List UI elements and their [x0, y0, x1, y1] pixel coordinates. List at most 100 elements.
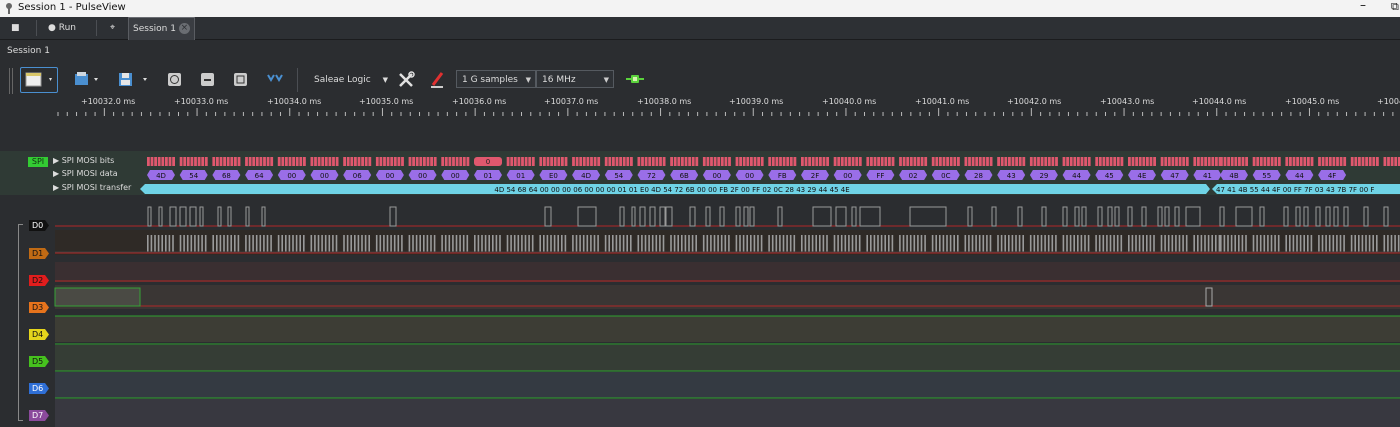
- d1-clock-edge: [695, 235, 697, 252]
- d1-clock-edge: [1321, 235, 1324, 252]
- spi-bit: [622, 157, 626, 166]
- d1-clock-edge: [1040, 235, 1043, 252]
- spi-bit: [1227, 157, 1230, 166]
- spi-bit: [259, 157, 263, 166]
- d1-clock-edge: [1011, 235, 1014, 252]
- d1-clock-edge: [946, 235, 948, 252]
- channel-tag-d3[interactable]: D3: [29, 302, 49, 313]
- spi-bit: [528, 157, 532, 166]
- d1-clock-edge: [1241, 235, 1244, 252]
- d1-clock-edge: [1354, 235, 1356, 252]
- spi-bit: [986, 157, 989, 166]
- row-mosi-transfer[interactable]: ▶ SPI MOSI transfer: [53, 183, 131, 192]
- d1-clock-edge: [637, 235, 640, 252]
- d1-clock-edge: [866, 235, 868, 252]
- spi-bit: [684, 157, 688, 166]
- spi-bit: [909, 157, 913, 166]
- d1-clock-edge: [691, 235, 694, 252]
- d1-clock-edge: [197, 235, 200, 252]
- spi-bit: [201, 157, 205, 166]
- d1-clock-edge: [1008, 235, 1010, 252]
- spi-bit: [641, 157, 644, 166]
- spi-bit: [252, 157, 256, 166]
- spi-data-label: 2F: [811, 172, 819, 180]
- d1-clock-edge: [793, 235, 796, 252]
- channel-tag-d0[interactable]: D0: [29, 220, 49, 231]
- d1-clock-edge: [1095, 235, 1097, 252]
- spi-bit: [975, 157, 979, 166]
- spi-bit: [1135, 157, 1138, 166]
- d1-clock-edge: [808, 235, 810, 252]
- spi-bit: [1142, 157, 1146, 166]
- channel-tag-d4[interactable]: D4: [29, 329, 49, 340]
- spi-bit: [1146, 157, 1149, 166]
- spi-bit: [662, 157, 666, 166]
- spi-bit: [760, 157, 764, 166]
- spi-bit: [1051, 157, 1055, 166]
- d1-clock-edge: [1037, 235, 1039, 252]
- spi-bit: [612, 157, 615, 166]
- d1-clock-edge: [1215, 235, 1217, 252]
- d1-clock-edge: [1167, 235, 1170, 252]
- spi-bit: [426, 157, 430, 166]
- spi-bit: [801, 157, 804, 166]
- d1-clock-edge: [837, 235, 839, 252]
- d1-clock-edge: [1292, 235, 1295, 252]
- channel-tag-d2[interactable]: D2: [29, 275, 49, 286]
- spi-bit: [521, 157, 524, 166]
- d1-clock-edge: [811, 235, 814, 252]
- spi-bit: [531, 157, 535, 166]
- row-mosi-data[interactable]: ▶ SPI MOSI data: [53, 169, 118, 178]
- spi-bit: [299, 157, 303, 166]
- spi-bit: [1084, 157, 1087, 166]
- spi-bit: [822, 157, 826, 166]
- spi-bit: [266, 157, 270, 166]
- spi-bit: [575, 157, 579, 166]
- spi-bit: [1062, 157, 1066, 166]
- d1-clock-edge: [1073, 235, 1075, 252]
- channel-tag-d5[interactable]: D5: [29, 356, 49, 367]
- d1-clock-edge: [1358, 235, 1360, 252]
- spi-bit: [197, 157, 201, 166]
- row-mosi-bits[interactable]: ▶ SPI MOSI bits: [53, 156, 114, 165]
- spi-bit: [771, 157, 775, 166]
- d3-high-pulse: [54, 287, 141, 307]
- spi-bit: [1102, 157, 1106, 166]
- channel-tag-d1[interactable]: D1: [29, 248, 49, 259]
- channel-lane-d7: [55, 399, 1400, 427]
- spi-bit: [702, 157, 706, 166]
- d1-clock-edge: [186, 235, 189, 252]
- d1-clock-edge: [815, 235, 817, 252]
- d1-clock-edge: [771, 235, 774, 252]
- d1-clock-edge: [702, 235, 705, 252]
- d1-clock-edge: [531, 235, 534, 252]
- d1-clock-edge: [586, 235, 589, 252]
- d1-clock-edge: [1113, 235, 1115, 252]
- spi-bit: [902, 157, 906, 166]
- d1-clock-edge: [1066, 235, 1068, 252]
- d1-clock-edge: [775, 235, 778, 252]
- waveform-canvas[interactable]: 0 4D 54 68 64 00 00 06 00 00 00 01 01 E0 4D 54 72 6B 00 00 F…: [0, 0, 1400, 427]
- d1-clock-edge: [433, 235, 436, 252]
- channel-tag-d6[interactable]: D6: [29, 383, 49, 394]
- spi-decoder-badge[interactable]: SPI: [28, 157, 48, 167]
- spi-bit: [833, 157, 837, 166]
- spi-bit: [1365, 157, 1368, 166]
- spi-bit: [789, 157, 793, 166]
- spi-bit: [332, 157, 335, 166]
- spi-bit: [245, 157, 248, 166]
- d1-clock-edge: [412, 235, 414, 252]
- spi-bit: [891, 157, 895, 166]
- d1-clock-edge: [604, 235, 607, 252]
- spi-data-label: 55: [1262, 172, 1271, 180]
- spi-bit: [782, 157, 786, 166]
- spi-data-label: 41: [1203, 172, 1212, 180]
- d1-clock-edge: [706, 235, 709, 252]
- spi-bit: [884, 157, 888, 166]
- channel-tag-d7[interactable]: D7: [29, 410, 49, 421]
- d1-clock-edge: [1175, 235, 1177, 252]
- spi-bit: [949, 157, 953, 166]
- spi-bit: [564, 157, 568, 166]
- d1-clock-edge: [277, 235, 280, 252]
- spi-bit: [844, 157, 848, 166]
